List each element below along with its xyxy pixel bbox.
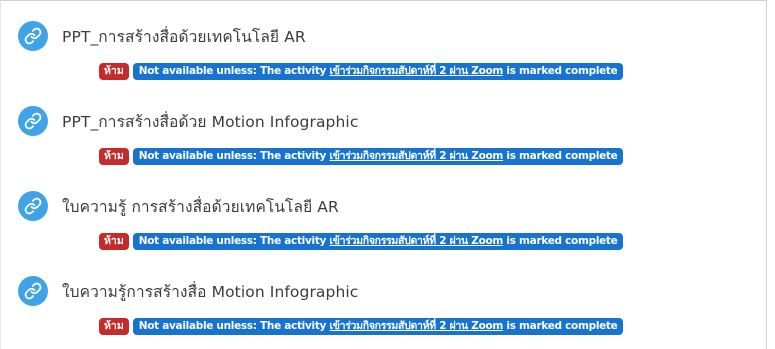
restriction-activity-link[interactable]: เข้าร่วมกิจกรรมสัปดาห์ที่ 2 ผ่าน Zoom [329,150,503,162]
activity-title-link[interactable]: ใบความรู้การสร้างสื่อ Motion Infographic [62,279,358,304]
link-icon [18,106,48,136]
link-icon [18,191,48,221]
restriction-message: Not available unless: The activity เข้าร… [132,63,624,80]
restriction-prefix: Not available unless: The activity [138,65,330,77]
restriction-prefix: Not available unless: The activity [138,235,330,247]
restriction-prefix: Not available unless: The activity [138,320,330,332]
restriction-message: Not available unless: The activity เข้าร… [132,233,624,250]
restriction-activity-link[interactable]: เข้าร่วมกิจกรรมสัปดาห์ที่ 2 ผ่าน Zoom [329,65,503,77]
restriction-notice: ห้าม Not available unless: The activity … [99,63,624,80]
restriction-prefix: Not available unless: The activity [138,150,330,162]
activity-title-link[interactable]: ใบความรู้ การสร้างสื่อด้วยเทคโนโลยี AR [62,194,339,219]
restriction-badge: ห้าม [99,63,129,80]
restriction-suffix: is marked complete [503,320,618,332]
activity-header: PPT_การสร้างสื่อด้วย Motion Infographic [18,106,358,136]
activity-item: PPT_การสร้างสื่อด้วยเทคโนโลยี AR ห้าม No… [1,1,761,87]
restriction-suffix: is marked complete [503,150,618,162]
restriction-notice: ห้าม Not available unless: The activity … [99,233,624,250]
restriction-notice: ห้าม Not available unless: The activity … [99,148,624,165]
restriction-suffix: is marked complete [503,65,618,77]
restriction-suffix: is marked complete [503,235,618,247]
activity-header: ใบความรู้ การสร้างสื่อด้วยเทคโนโลยี AR [18,191,339,221]
link-icon [18,276,48,306]
restriction-badge: ห้าม [99,318,129,335]
restriction-message: Not available unless: The activity เข้าร… [132,148,624,165]
activity-title-link[interactable]: PPT_การสร้างสื่อด้วย Motion Infographic [62,109,358,134]
restriction-badge: ห้าม [99,148,129,165]
link-icon [18,21,48,51]
restriction-activity-link[interactable]: เข้าร่วมกิจกรรมสัปดาห์ที่ 2 ผ่าน Zoom [329,235,503,247]
activity-header: PPT_การสร้างสื่อด้วยเทคโนโลยี AR [18,21,306,51]
restriction-badge: ห้าม [99,233,129,250]
activity-list: PPT_การสร้างสื่อด้วยเทคโนโลยี AR ห้าม No… [0,0,767,349]
restriction-activity-link[interactable]: เข้าร่วมกิจกรรมสัปดาห์ที่ 2 ผ่าน Zoom [329,320,503,332]
activity-header: ใบความรู้การสร้างสื่อ Motion Infographic [18,276,358,306]
activity-item: ใบความรู้การสร้างสื่อ Motion Infographic… [1,256,761,342]
activity-item: PPT_การสร้างสื่อด้วย Motion Infographic … [1,86,761,172]
restriction-notice: ห้าม Not available unless: The activity … [99,318,624,335]
activity-item: ใบความรู้ การสร้างสื่อด้วยเทคโนโลยี AR ห… [1,171,761,257]
activity-title-link[interactable]: PPT_การสร้างสื่อด้วยเทคโนโลยี AR [62,24,306,49]
restriction-message: Not available unless: The activity เข้าร… [132,318,624,335]
